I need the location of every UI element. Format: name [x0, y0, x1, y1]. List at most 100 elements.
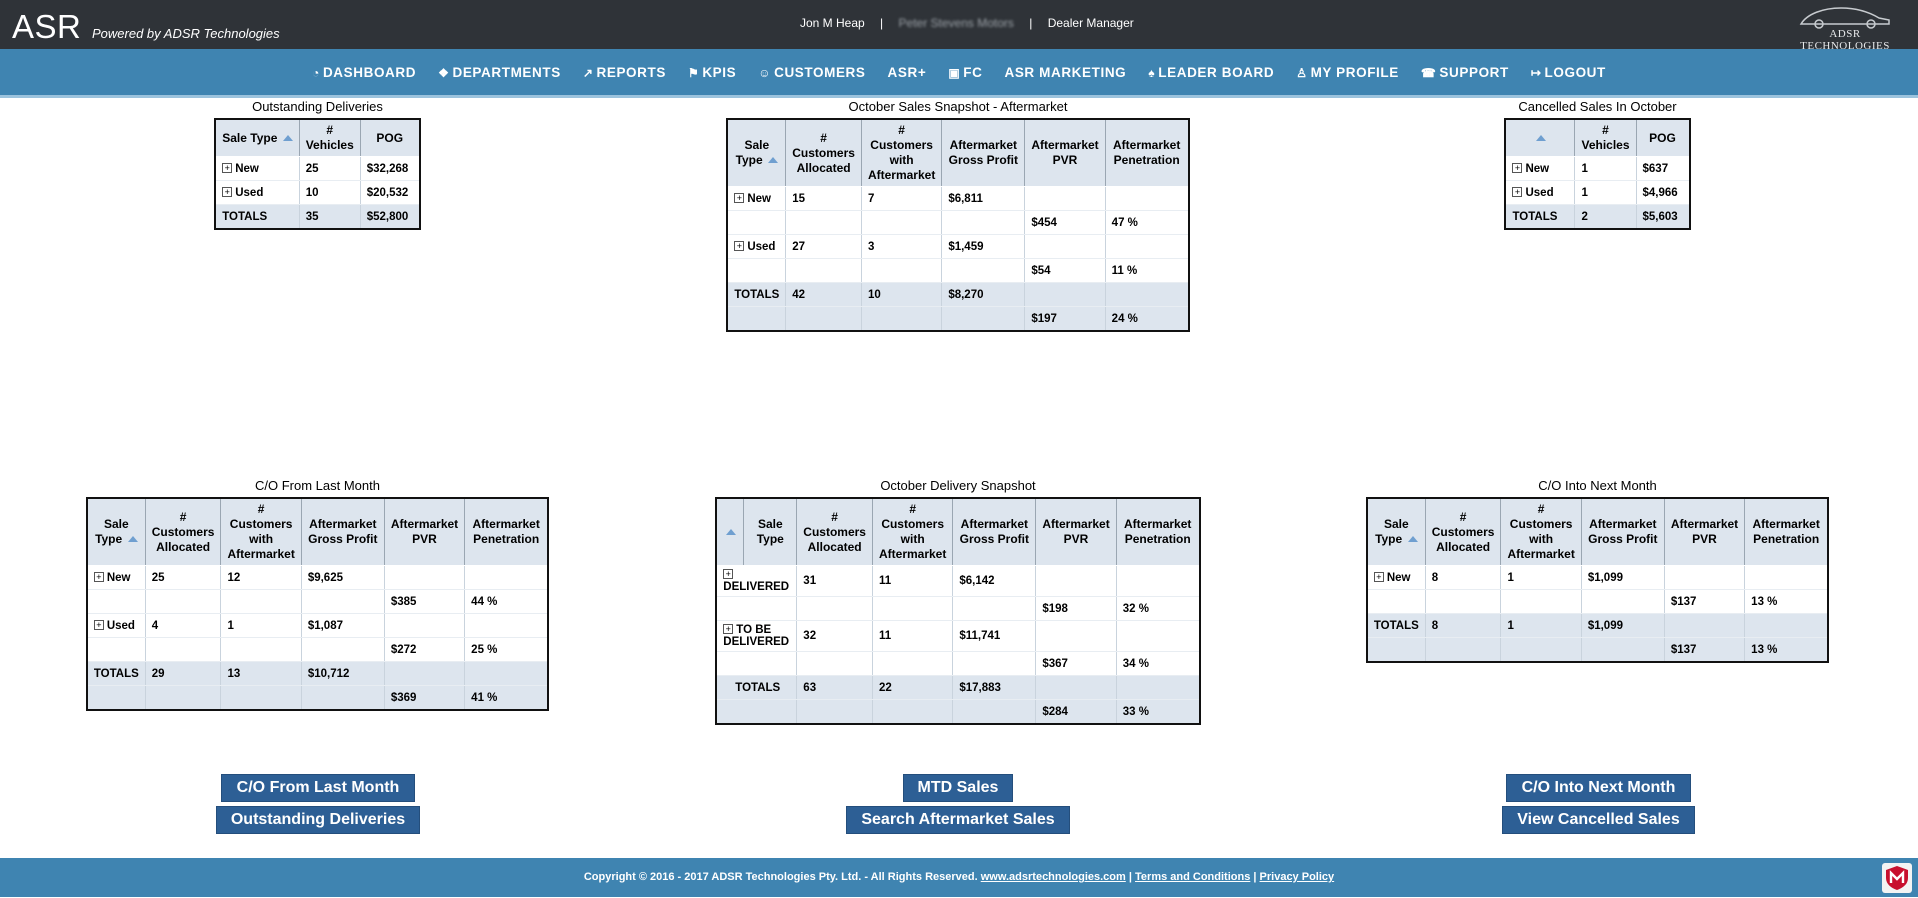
cell-gross: $1,459	[941, 234, 1026, 259]
column-header[interactable]: Sale Type	[726, 118, 787, 187]
row-label: Used	[106, 619, 135, 632]
column-header[interactable]: Aftermarket Penetration	[1104, 118, 1190, 187]
expand-icon[interactable]: +	[222, 186, 233, 197]
nav-item-logout[interactable]: ↦ LOGOUT	[1531, 65, 1606, 80]
expand-icon[interactable]: +	[723, 624, 734, 634]
column-header[interactable]: # Customers Allocated	[796, 497, 873, 566]
col-pog[interactable]: POG	[1635, 118, 1691, 157]
column-header[interactable]: Aftermarket Gross Profit	[1580, 497, 1665, 566]
nav-item-label: DASHBOARD	[322, 64, 417, 80]
tagline: Powered by ADSR Technologies	[92, 26, 280, 41]
cell-pvr: $454	[1024, 210, 1106, 235]
column-header[interactable]	[715, 497, 745, 566]
column-header[interactable]: Aftermarket Penetration	[1115, 497, 1201, 566]
totals-row: $284 33 %	[716, 699, 1201, 725]
nav-item-kpis[interactable]: ⚑ KPIS	[688, 65, 736, 80]
table-row: + Used 27 3 $1,459	[727, 234, 1190, 259]
nav-item-asr[interactable]: ASR+	[888, 65, 927, 80]
row-label: Used	[747, 240, 776, 253]
table-row: + New 15 7 $6,811	[727, 186, 1190, 211]
expand-icon[interactable]: +	[222, 162, 233, 173]
col-vehicles[interactable]: # Vehicles	[1574, 118, 1637, 157]
mtd-sales-button[interactable]: MTD Sales	[903, 774, 1013, 802]
cell-with: 1	[1500, 565, 1582, 590]
cell-alloc: 4	[145, 613, 222, 638]
column-header[interactable]: Aftermarket Gross Profit	[300, 497, 385, 566]
column-header[interactable]: # Customers with Aftermarket	[1500, 497, 1582, 566]
nav-item-label: SUPPORT	[1439, 64, 1509, 80]
copyright-text: Copyright © 2016 - 2017 ADSR Technologie…	[583, 871, 978, 883]
column-header[interactable]: Aftermarket Penetration	[1744, 497, 1829, 566]
cell-gross: $11,741	[952, 620, 1037, 652]
nav-item-dashboard[interactable]: ◔ DASHBOARD	[312, 65, 416, 80]
nav-item-my-profile[interactable]: ♙ MY PROFILE	[1296, 65, 1399, 80]
column-header[interactable]: Sale Type	[86, 497, 146, 566]
expand-icon[interactable]: +	[723, 569, 734, 579]
expand-icon[interactable]: +	[1373, 571, 1384, 582]
co-next-month-panel: C/O Into Next Month Sale Type # Customer…	[1360, 478, 1835, 663]
col-sale-type[interactable]: Sale Type	[214, 118, 300, 157]
expand-icon[interactable]: +	[1512, 186, 1523, 197]
expand-icon[interactable]: +	[93, 619, 104, 630]
expand-icon[interactable]: +	[1512, 162, 1523, 173]
app-logo[interactable]: ASR	[12, 8, 81, 46]
nav-item-support[interactable]: ☎ SUPPORT	[1421, 65, 1509, 80]
footer: Copyright © 2016 - 2017 ADSR Technologie…	[0, 858, 1918, 897]
trophy-icon: ♠	[1148, 65, 1156, 80]
column-header[interactable]: Aftermarket PVR	[383, 497, 466, 566]
nav-item-reports[interactable]: ↗ REPORTS	[583, 65, 666, 80]
website-link[interactable]: www.adsrtechnologies.com	[981, 871, 1126, 883]
sort-asc-icon[interactable]	[726, 528, 737, 535]
cell-gross: $1,099	[1581, 613, 1665, 638]
sort-asc-icon[interactable]	[768, 157, 779, 163]
car-icon	[1799, 7, 1890, 29]
sort-asc-icon[interactable]	[127, 536, 138, 542]
column-header[interactable]: Aftermarket PVR	[1024, 118, 1106, 187]
column-header[interactable]: # Customers Allocated	[1424, 497, 1502, 566]
sort-asc-icon[interactable]	[1536, 134, 1547, 141]
column-header[interactable]: Aftermarket PVR	[1663, 497, 1746, 566]
sort-asc-icon[interactable]	[282, 134, 293, 141]
nav-item-customers[interactable]: ☺ CUSTOMERS	[758, 65, 865, 80]
column-header[interactable]: # Customers with Aftermarket	[220, 497, 302, 566]
column-header[interactable]: # Customers Allocated	[785, 118, 862, 187]
nav-item-asr-marketing[interactable]: ASR MARKETING	[1004, 65, 1126, 80]
terms-link[interactable]: Terms and Conditions	[1135, 871, 1250, 883]
cell-gross: $1,099	[1581, 565, 1665, 590]
nav-item-fc[interactable]: ▣ FC	[948, 65, 982, 80]
col-sort[interactable]	[1504, 118, 1576, 157]
cell-alloc: 32	[796, 620, 873, 652]
co-next-month-button[interactable]: C/O Into Next Month	[1506, 774, 1691, 802]
column-header[interactable]: Aftermarket PVR	[1035, 497, 1117, 566]
cell-pen: 13 %	[1744, 637, 1829, 663]
search-aftermarket-sales-button[interactable]: Search Aftermarket Sales	[846, 806, 1070, 834]
privacy-link[interactable]: Privacy Policy	[1260, 871, 1335, 883]
expand-icon[interactable]: +	[734, 192, 745, 203]
column-header[interactable]: Aftermarket Penetration	[464, 497, 549, 566]
cell-with: 22	[872, 675, 954, 700]
cell-with: 12	[220, 565, 302, 590]
nav-item-leader-board[interactable]: ♠ LEADER BOARD	[1148, 65, 1274, 80]
sort-asc-icon[interactable]	[1407, 536, 1418, 542]
col-pog[interactable]: POG	[359, 118, 421, 157]
cell-with: 11	[872, 565, 954, 597]
outstanding-deliveries-button[interactable]: Outstanding Deliveries	[216, 806, 420, 834]
column-header[interactable]: Sale Type	[1366, 497, 1426, 566]
nav-item-label: KPIS	[702, 64, 737, 80]
column-header[interactable]: # Customers with Aftermarket	[871, 497, 954, 566]
column-header[interactable]: # Customers with Aftermarket	[860, 118, 943, 187]
view-cancelled-sales-button[interactable]: View Cancelled Sales	[1502, 806, 1695, 834]
co-last-month-button[interactable]: C/O From Last Month	[221, 774, 415, 802]
col-vehicles[interactable]: # Vehicles	[298, 118, 361, 157]
nav-item-departments[interactable]: ❖ DEPARTMENTS	[438, 65, 561, 80]
column-header[interactable]: Sale Type	[743, 497, 798, 566]
column-header[interactable]: # Customers Allocated	[144, 497, 222, 566]
nav-item-label: ASR MARKETING	[1004, 64, 1127, 80]
expand-icon[interactable]: +	[734, 240, 745, 251]
cell-pen: 25 %	[464, 637, 549, 662]
panel-title: Outstanding Deliveries	[252, 99, 383, 114]
expand-icon[interactable]: +	[93, 571, 104, 582]
row-label: New	[747, 192, 771, 205]
column-header[interactable]: Aftermarket Gross Profit	[952, 497, 1037, 566]
column-header[interactable]: Aftermarket Gross Profit	[941, 118, 1026, 187]
